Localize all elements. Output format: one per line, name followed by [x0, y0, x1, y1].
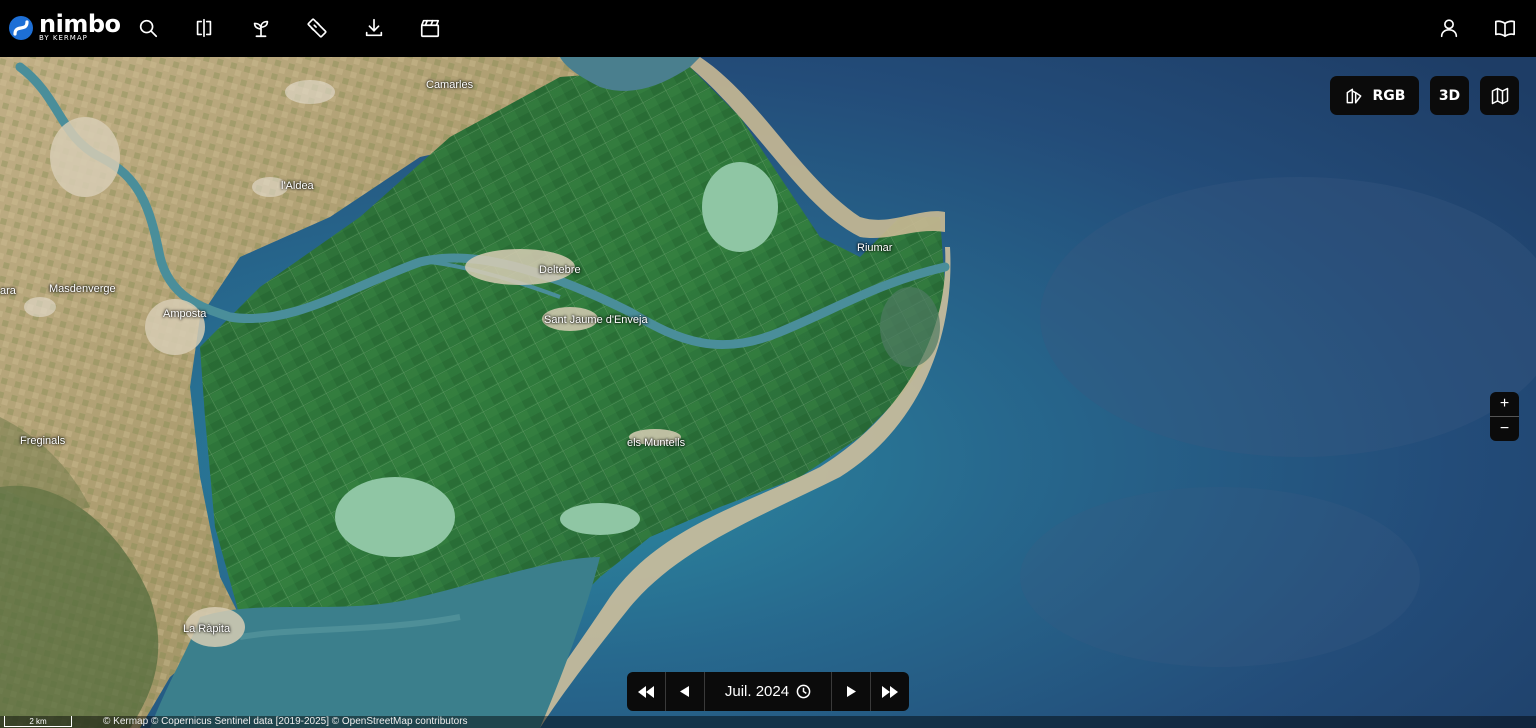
- place-label-laldea: l'Aldea: [281, 180, 314, 192]
- date-selector[interactable]: Juil. 2024: [705, 672, 833, 711]
- timeline-control: Juil. 2024: [627, 672, 909, 711]
- search-button[interactable]: [134, 14, 162, 42]
- crop-monitoring-button[interactable]: [247, 14, 275, 42]
- nimbo-logo-mark-icon: [9, 16, 33, 40]
- basemap-button[interactable]: [1480, 76, 1519, 115]
- ruler-icon: [307, 18, 327, 38]
- documentation-button[interactable]: [1491, 14, 1519, 42]
- place-label-freginals: Freginals: [20, 435, 66, 447]
- layer-selector-button[interactable]: RGB: [1330, 76, 1419, 115]
- place-label-edge: ara: [0, 285, 16, 297]
- place-label-la-rapita: La Ràpita: [183, 623, 231, 635]
- satellite-imagery[interactable]: [0, 57, 1536, 728]
- account-button[interactable]: [1435, 14, 1463, 42]
- place-label-riumar: Riumar: [857, 242, 893, 254]
- 3d-toggle-button[interactable]: 3D: [1430, 76, 1469, 115]
- scale-bar: 2 km: [4, 716, 72, 727]
- zoom-control: + −: [1490, 392, 1519, 441]
- clock-icon: [796, 684, 811, 699]
- zoom-out-button[interactable]: −: [1490, 417, 1519, 441]
- place-label-masdenverge: Masdenverge: [49, 283, 116, 295]
- compare-icon: [196, 18, 212, 38]
- book-icon: [1495, 20, 1515, 38]
- satellite-map[interactable]: Camarles l'Aldea Riumar Deltebre ara Mas…: [0, 57, 1536, 728]
- rewind-icon: [637, 685, 654, 698]
- place-label-sant-jaume: Sant Jaume d'Enveja: [544, 314, 648, 326]
- compare-button[interactable]: [190, 14, 218, 42]
- next-button[interactable]: [832, 672, 872, 711]
- nimbo-logo[interactable]: nimbo BY KERMAP: [8, 10, 121, 46]
- date-label: Juil. 2024: [724, 683, 790, 700]
- place-label-deltebre: Deltebre: [539, 264, 581, 276]
- rewind-button[interactable]: [627, 672, 666, 711]
- user-icon: [1440, 19, 1458, 38]
- measure-button[interactable]: [303, 14, 331, 42]
- download-button[interactable]: [360, 14, 388, 42]
- clapperboard-icon: [420, 19, 440, 38]
- download-icon: [365, 18, 383, 37]
- search-icon: [139, 19, 158, 38]
- attribution-bar: 2 km © Kermap © Copernicus Sentinel data…: [0, 716, 1536, 728]
- top-bar: nimbo BY KERMAP: [0, 0, 1536, 57]
- fast-forward-button[interactable]: [871, 672, 909, 711]
- place-label-camarles: Camarles: [426, 79, 474, 91]
- place-label-els-muntells: els Muntells: [627, 437, 686, 449]
- attribution-text[interactable]: © Kermap © Copernicus Sentinel data [201…: [103, 716, 468, 728]
- map-icon: [1491, 87, 1508, 104]
- fast-forward-icon: [882, 685, 899, 698]
- previous-button[interactable]: [666, 672, 705, 711]
- triangle-right-icon: [846, 686, 856, 697]
- layers-icon: [1346, 88, 1361, 103]
- timelapse-button[interactable]: [416, 14, 444, 42]
- triangle-left-icon: [680, 686, 690, 697]
- app-byline: BY KERMAP: [39, 34, 88, 42]
- 3d-label: 3D: [1438, 87, 1461, 104]
- sprout-icon: [253, 20, 269, 38]
- zoom-in-button[interactable]: +: [1490, 392, 1519, 416]
- layer-label: RGB: [1372, 87, 1406, 104]
- place-label-amposta: Amposta: [163, 308, 207, 320]
